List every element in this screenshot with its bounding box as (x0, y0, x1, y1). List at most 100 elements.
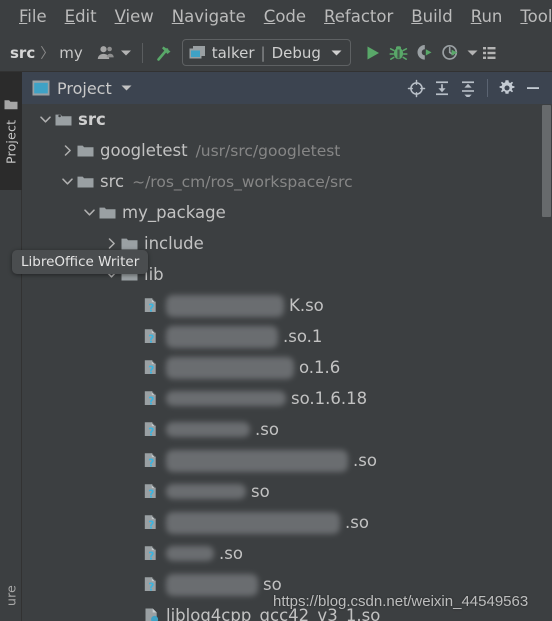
tree-row[interactable]: ? so.1.6.18 (22, 383, 552, 414)
menu-item-code[interactable]: Code (255, 5, 315, 28)
filename-tail: so (251, 482, 270, 501)
toolbar-divider (141, 42, 143, 63)
tree-row[interactable]: ? K.so (22, 290, 552, 321)
menu-item-edit[interactable]: Edit (56, 5, 106, 28)
redacted-filename: so (166, 573, 282, 596)
filename-tail: .so (219, 544, 243, 563)
main-toolbar: src 〉 my talker | Debug (0, 33, 552, 72)
menu-item-file[interactable]: File (10, 5, 56, 28)
expand-all-icon[interactable] (429, 75, 455, 101)
chevron-down-icon[interactable] (121, 84, 132, 92)
chevron-down-icon[interactable] (331, 49, 342, 57)
redaction-block (166, 573, 258, 596)
gear-icon[interactable] (494, 75, 520, 101)
menu-item-refactor[interactable]: Refactor (315, 5, 402, 28)
unknown-file-icon: ? (142, 483, 160, 501)
taskbar-tooltip: LibreOffice Writer (12, 250, 149, 274)
tree-row[interactable]: ? so (22, 476, 552, 507)
redaction-block (166, 449, 348, 472)
chevron-down-icon[interactable] (119, 40, 133, 66)
stripe-button-structure[interactable]: ure (0, 569, 22, 621)
tree-scrollbar[interactable] (540, 104, 552, 621)
tree-node-label: src (100, 172, 125, 191)
filename-tail: .so (255, 420, 279, 439)
filename-tail: so (263, 575, 282, 594)
svg-text:?: ? (148, 520, 154, 531)
project-window-icon (32, 80, 50, 96)
collapse-all-icon[interactable] (455, 75, 481, 101)
breadcrumb-item-1[interactable]: my (59, 44, 83, 62)
tree-row[interactable]: ? .so (22, 445, 552, 476)
play-icon[interactable] (360, 40, 386, 66)
svg-text:?: ? (148, 365, 154, 376)
hammer-icon[interactable] (152, 40, 178, 66)
redaction-block (166, 294, 284, 317)
bug-icon[interactable] (386, 40, 412, 66)
chevron-down-icon[interactable] (464, 40, 482, 66)
tree-scrollbar-thumb[interactable] (542, 105, 551, 217)
redacted-filename: K.so (166, 294, 324, 317)
run-config-divider: | (260, 43, 266, 62)
menu-item-view[interactable]: View (106, 5, 163, 28)
chevron-down-icon[interactable] (58, 173, 76, 191)
header-divider (487, 79, 488, 97)
unknown-file-icon: ? (142, 452, 160, 470)
chevron-down-icon[interactable] (80, 204, 98, 222)
stripe-project-label: Project (3, 119, 19, 165)
redaction-block (166, 325, 278, 348)
tree-row[interactable]: ? .so (22, 538, 552, 569)
tree-node-label: my_package (122, 203, 226, 222)
tree-row[interactable]: ? .so.1 (22, 321, 552, 352)
crosshair-target-icon[interactable] (403, 75, 429, 101)
minimize-icon[interactable] (520, 75, 546, 101)
svg-text:?: ? (148, 582, 154, 593)
tool-window-stripe-left: Project ure (0, 72, 22, 621)
svg-text:?: ? (148, 427, 154, 438)
unknown-file-icon: ? (142, 421, 160, 439)
run-config-mode: Debug (271, 43, 321, 62)
tree-row[interactable]: src (22, 104, 552, 135)
overflow-icon[interactable] (482, 40, 496, 66)
coverage-icon[interactable] (412, 40, 438, 66)
unknown-file-icon: ? (142, 514, 160, 532)
ide-window: File Edit View Navigate Code Refactor Build Run… (0, 0, 552, 621)
tree-node-label: include (144, 234, 204, 253)
menu-item-navigate[interactable]: Navigate (163, 5, 255, 28)
redaction-block (166, 422, 250, 437)
tree-row[interactable]: ? .so (22, 507, 552, 538)
svg-text:?: ? (148, 551, 154, 562)
run-configuration-selector[interactable]: talker | Debug (181, 39, 351, 66)
redacted-filename: .so (166, 449, 377, 472)
chevron-down-icon[interactable] (36, 111, 54, 129)
redacted-filename: so.1.6.18 (166, 389, 367, 408)
menu-item-tools[interactable]: Tools (511, 5, 552, 28)
chevron-right-icon[interactable] (58, 142, 76, 160)
filename-tail: so.1.6.18 (291, 389, 368, 408)
redaction-block (166, 511, 340, 534)
breadcrumb-item-0[interactable]: src (10, 44, 35, 62)
tree-row[interactable]: ? .so (22, 414, 552, 445)
tree-row[interactable]: googletest/usr/src/googletest (22, 135, 552, 166)
menu-item-run[interactable]: Run (462, 5, 512, 28)
unknown-file-icon: ? (142, 390, 160, 408)
tree-row[interactable]: ? o.1.6 (22, 352, 552, 383)
unknown-file-icon: ? (142, 359, 160, 377)
svg-text:?: ? (148, 303, 154, 314)
person-group-icon[interactable] (93, 40, 119, 66)
tree-row[interactable]: my_package (22, 197, 552, 228)
profiler-icon[interactable] (438, 40, 464, 66)
menu-item-build[interactable]: Build (402, 5, 461, 28)
tree-row[interactable]: src ~/ros_cm/ros_workspace/src (22, 166, 552, 197)
run-config-name: talker (211, 43, 255, 62)
breadcrumb-separator: 〉 (40, 45, 55, 62)
stripe-button-project[interactable]: Project (0, 72, 22, 190)
project-tree[interactable]: src googletest/usr/src/googletest src ~/ros… (22, 104, 552, 621)
